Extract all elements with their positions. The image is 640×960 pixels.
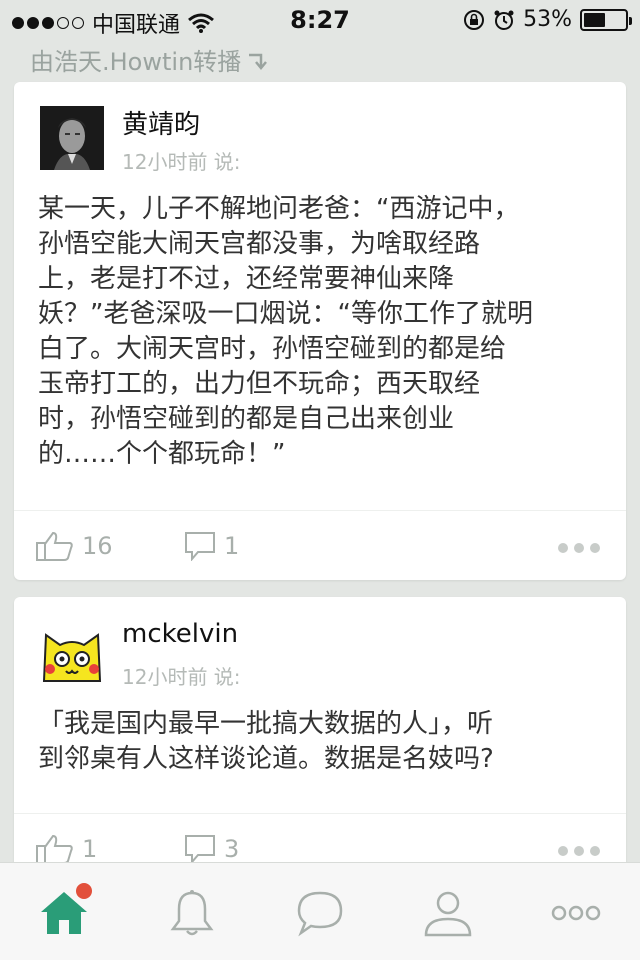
more-options-button[interactable] (558, 846, 600, 856)
comment-button[interactable]: 3 (184, 834, 239, 864)
content-line: 「我是国内最早一批搞大数据的人」，听 (38, 709, 494, 739)
comment-icon (185, 532, 215, 561)
content-line: 妖？”老爸深吸一口烟说：“等你工作了就明 (38, 299, 533, 329)
like-button[interactable]: 16 (36, 531, 113, 561)
more-icon (551, 905, 601, 921)
more-options-button[interactable] (558, 543, 600, 553)
like-count: 1 (82, 835, 98, 863)
tab-more[interactable] (546, 885, 606, 941)
post-meta: 12小时前 说: (122, 150, 241, 174)
content-line: 上，老是打不过，还经常要神仙来降 (38, 264, 455, 294)
comment-count: 1 (224, 532, 240, 560)
post-card[interactable]: mckelvin 12小时前 说: 「我是国内最早一批搞大数据的人」，听 到邻桌… (14, 597, 626, 877)
content-line: 的……个个都玩命！” (38, 439, 286, 469)
thumbs-up-icon (36, 834, 73, 864)
content-line: 某一天，儿子不解地问老爸：“西游记中， (38, 194, 520, 224)
tab-bar (0, 862, 640, 960)
repost-indicator[interactable]: 由浩天.Howtin转播 (30, 42, 269, 77)
bell-icon (170, 890, 214, 936)
post-actions: 16 1 (14, 510, 626, 580)
author-name[interactable]: mckelvin (122, 619, 238, 649)
author-name[interactable]: 黄靖昀 (122, 104, 200, 141)
profile-icon (424, 891, 472, 937)
content-line: 孙悟空能大闹天宫都没事，为啥取经路 (38, 229, 481, 259)
tab-notifications[interactable] (162, 885, 222, 941)
alarm-icon (494, 10, 514, 30)
like-count: 16 (82, 532, 113, 560)
repost-label: 由浩天.Howtin转播 (30, 48, 242, 76)
comment-icon (185, 835, 215, 864)
post-content: 某一天，儿子不解地问老爸：“西游记中， 孙悟空能大闹天宫都没事，为啥取经路 上，… (38, 192, 608, 472)
avatar[interactable] (40, 106, 104, 170)
notification-badge (76, 883, 92, 899)
rotation-lock-icon (464, 9, 485, 30)
chat-icon (297, 891, 343, 937)
content-line: 玉帝打工的，出力但不玩命；西天取经 (38, 369, 481, 399)
comment-button[interactable]: 1 (184, 531, 239, 561)
battery-icon (580, 8, 632, 31)
avatar[interactable] (40, 621, 104, 685)
comment-count: 3 (224, 835, 240, 863)
repost-arrow-icon (249, 53, 268, 70)
status-bar: 中国联通 8:27 53% (0, 0, 640, 40)
thumbs-up-icon (36, 531, 73, 561)
like-button[interactable]: 1 (36, 834, 97, 864)
content-line: 时，孙悟空碰到的都是自己出来创业 (38, 404, 455, 434)
content-line: 到邻桌有人这样谈论道。数据是名妓吗? (38, 744, 494, 774)
content-line: 白了。大闹天宫时，孙悟空碰到的都是给 (38, 334, 507, 364)
battery-percent: 53% (523, 7, 572, 32)
post-card[interactable]: 黄靖昀 12小时前 说: 某一天，儿子不解地问老爸：“西游记中， 孙悟空能大闹天… (14, 82, 626, 580)
tab-home[interactable] (34, 883, 94, 941)
tab-messages[interactable] (290, 885, 350, 941)
tab-profile[interactable] (418, 885, 478, 941)
post-meta: 12小时前 说: (122, 665, 241, 689)
post-content: 「我是国内最早一批搞大数据的人」，听 到邻桌有人这样谈论道。数据是名妓吗? (38, 707, 608, 777)
